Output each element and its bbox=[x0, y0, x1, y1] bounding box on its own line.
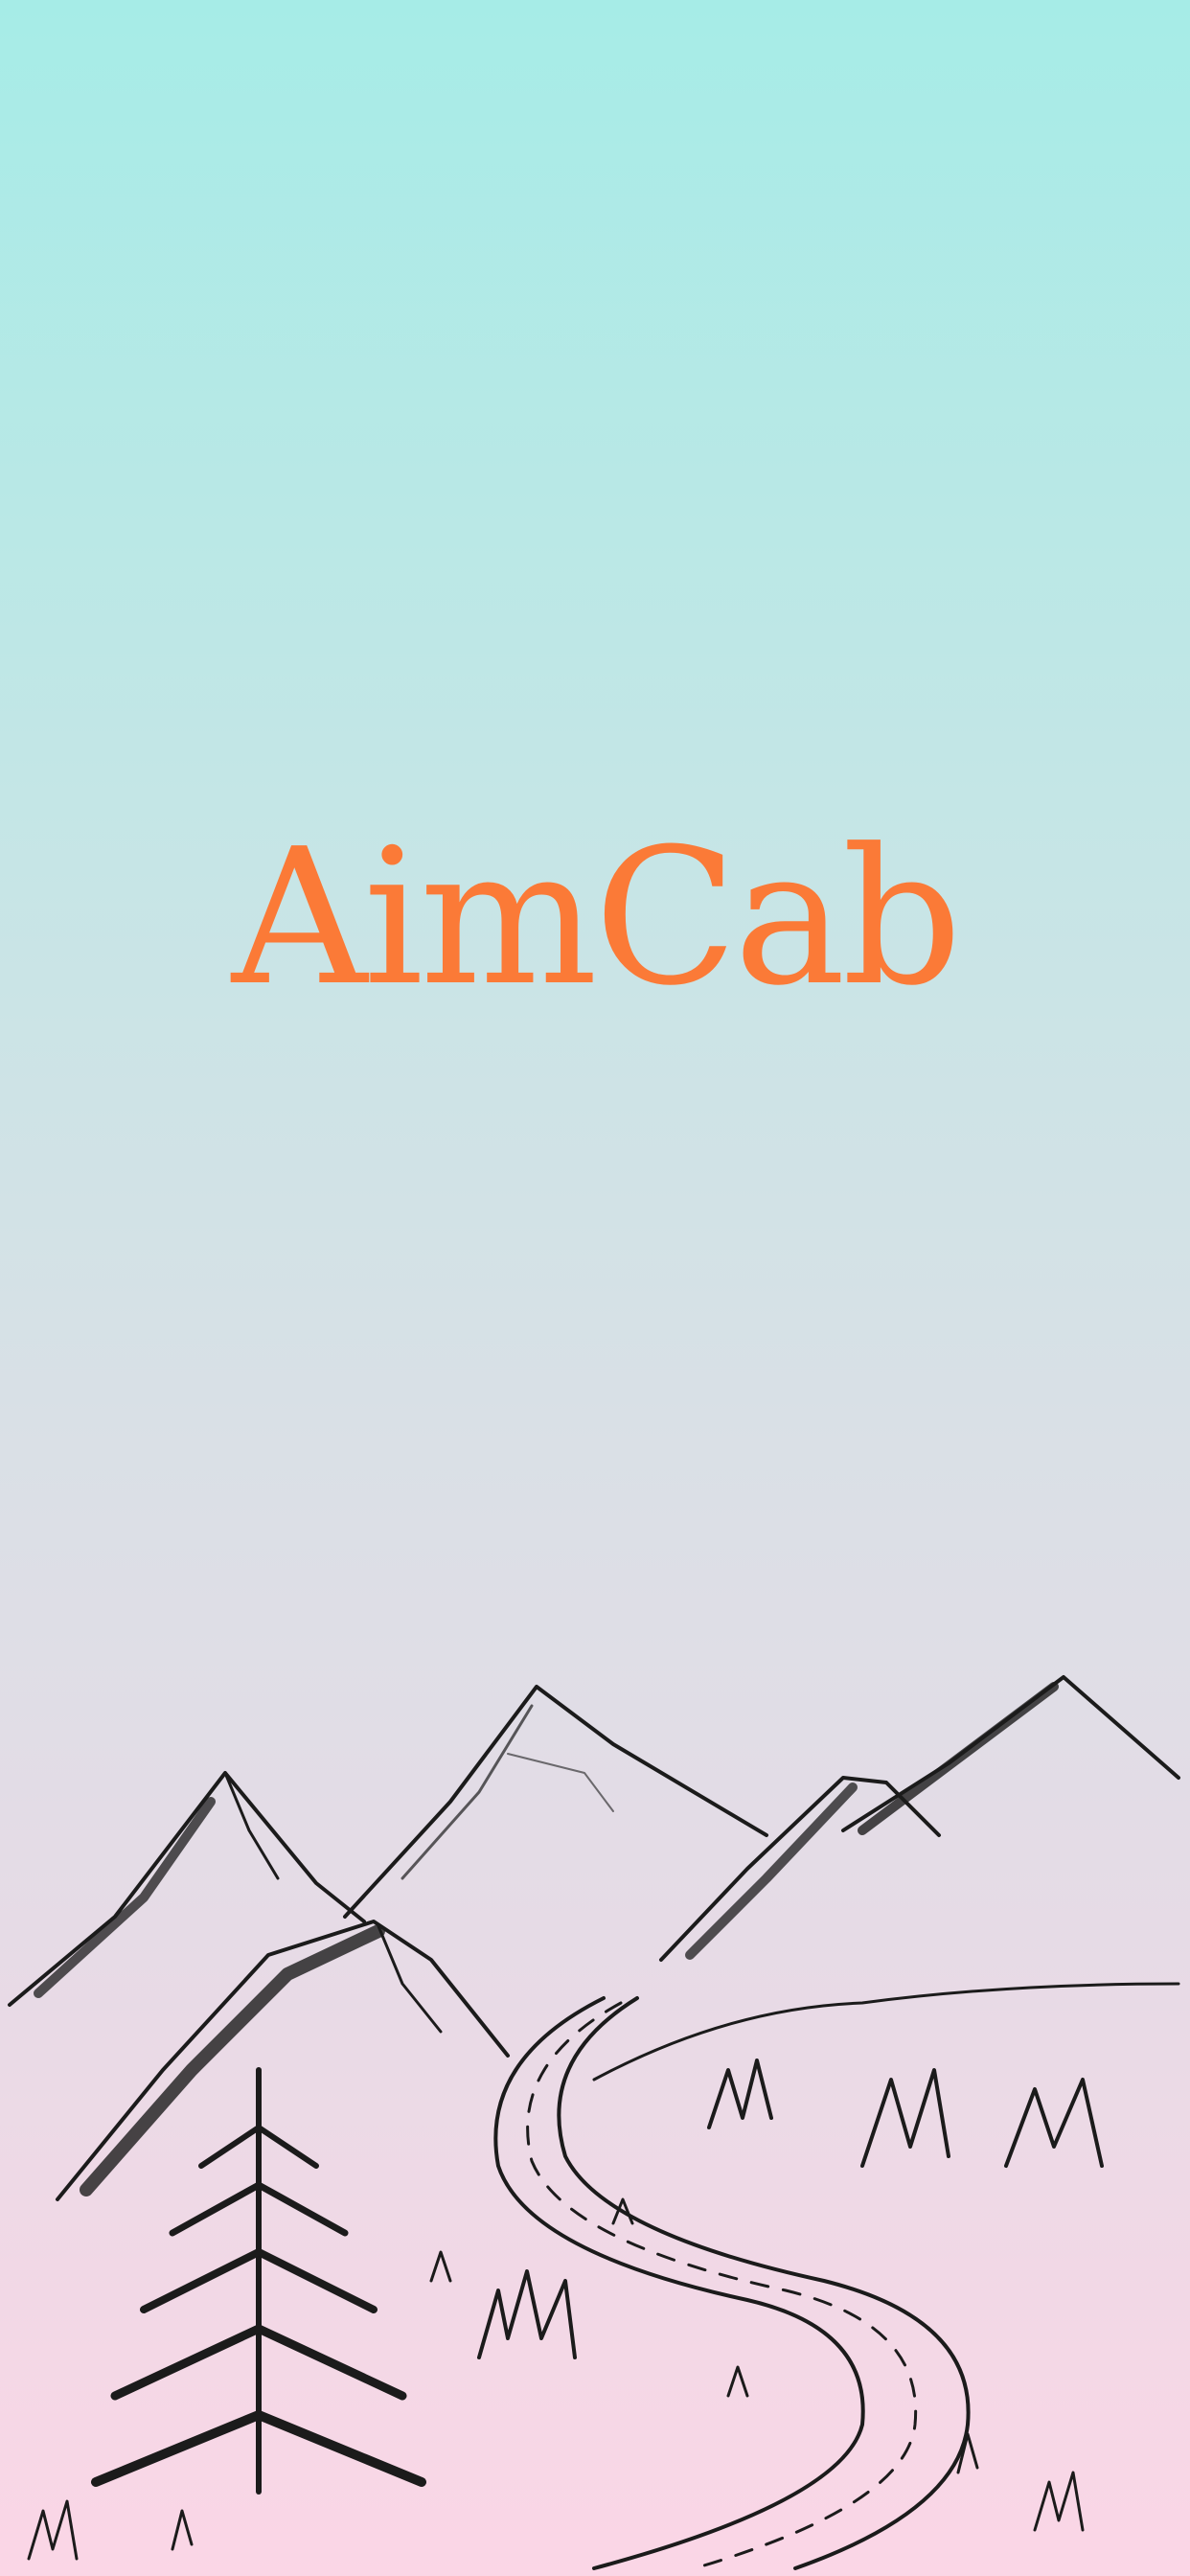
app-logo-text: AimCab bbox=[231, 809, 962, 1027]
mountain-road-sketch-icon bbox=[8, 1675, 1180, 2570]
splash-screen: AimCab bbox=[0, 0, 1190, 2576]
